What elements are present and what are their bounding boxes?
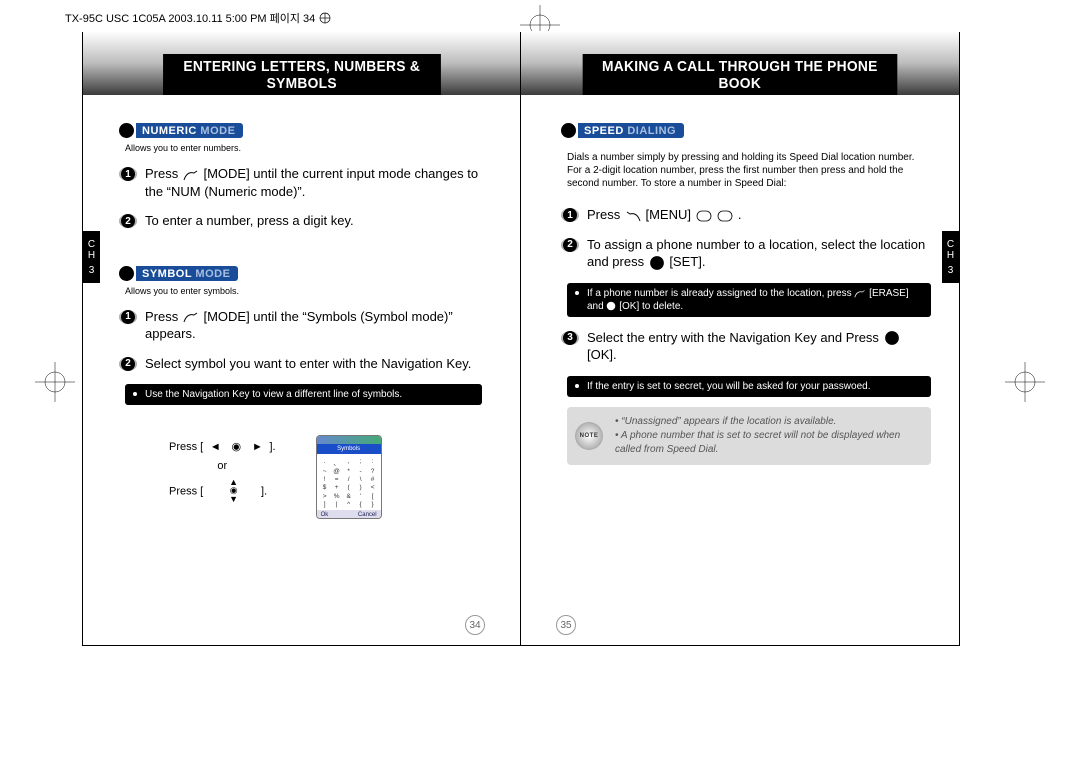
numeric-step-1: 1 Press [MODE] until the current input m… — [119, 165, 482, 200]
numeric-mode-tag: NUMERIC MODE — [119, 123, 243, 138]
page-right: MAKING A CALL THROUGH THE PHONE BOOK C H… — [521, 33, 959, 645]
symbol-subnote: Allows you to enter symbols. — [125, 286, 482, 296]
bullet-icon — [119, 266, 134, 281]
speed-step-2: 2 To assign a phone number to a location… — [561, 236, 931, 271]
speed-gray-note: • “Unassigned” appears if the location i… — [567, 407, 931, 465]
page-right-title-bar: MAKING A CALL THROUGH THE PHONE BOOK — [521, 31, 959, 95]
press-instructions: Press [ ◄ ◉ ► ]. or Press [ ▲ ◉ ▼ — [169, 435, 276, 508]
print-header-text: TX-95C USC 1C05A 2003.10.11 5:00 PM 페이지 … — [65, 10, 315, 26]
chapter-tab-right: C H 3 — [942, 231, 959, 283]
page-number-right: 35 — [556, 615, 576, 635]
ok-key-icon — [649, 257, 665, 269]
softkey-icon — [183, 311, 199, 323]
page-left-title-bar: ENTERING LETTERS, NUMBERS & SYMBOLS — [83, 31, 520, 95]
speed-step-3: 3 Select the entry with the Navigation K… — [561, 329, 931, 364]
page-left: ENTERING LETTERS, NUMBERS & SYMBOLS C H … — [83, 33, 521, 645]
speed-intro: Dials a number simply by pressing and ho… — [561, 147, 931, 194]
digit-key-icon — [717, 210, 733, 222]
softkey-left-icon — [625, 210, 641, 222]
chapter-tab-left: C H 3 — [83, 231, 100, 283]
speed-step-1: 1 Press [MENU] . — [561, 206, 931, 224]
nav-right-icon: ► — [249, 441, 265, 453]
crop-mark-left — [35, 362, 75, 402]
nav-down-icon: ▼ — [229, 497, 238, 502]
numeric-step-2: 2 To enter a number, press a digit key. — [119, 212, 482, 230]
symbol-step-1: 1 Press [MODE] until the “Symbols (Symbo… — [119, 308, 482, 343]
phone-screenshot: Symbols .、,;:~@*-?!=/\#$+()<>%&'[]|^{} O… — [316, 435, 382, 519]
ok-key-icon — [884, 332, 900, 344]
bullet-icon — [561, 123, 576, 138]
bullet-icon — [119, 123, 134, 138]
page-number-left: 34 — [465, 615, 485, 635]
print-header-oplus-icon — [319, 12, 341, 24]
speed-note-1: If a phone number is already assigned to… — [567, 283, 931, 317]
symbol-note: Use the Navigation Key to view a differe… — [125, 384, 482, 405]
nav-left-icon: ◄ — [207, 441, 223, 453]
page-left-title: ENTERING LETTERS, NUMBERS & SYMBOLS — [163, 54, 440, 95]
speed-note-2: If the entry is set to secret, you will … — [567, 376, 931, 397]
crop-mark-right — [1005, 362, 1045, 402]
numeric-subnote: Allows you to enter numbers. — [125, 143, 482, 153]
print-header: TX-95C USC 1C05A 2003.10.11 5:00 PM 페이지 … — [65, 10, 341, 26]
page-right-title: MAKING A CALL THROUGH THE PHONE BOOK — [583, 54, 897, 95]
digit-key-icon — [696, 210, 712, 222]
nav-center-icon: ◉ — [228, 441, 244, 453]
speed-dialing-tag: SPEED DIALING — [561, 123, 684, 138]
symbol-step-2: 2 Select symbol you want to enter with t… — [119, 355, 482, 373]
symbol-mode-tag: SYMBOL MODE — [119, 266, 238, 281]
softkey-icon — [183, 169, 199, 181]
